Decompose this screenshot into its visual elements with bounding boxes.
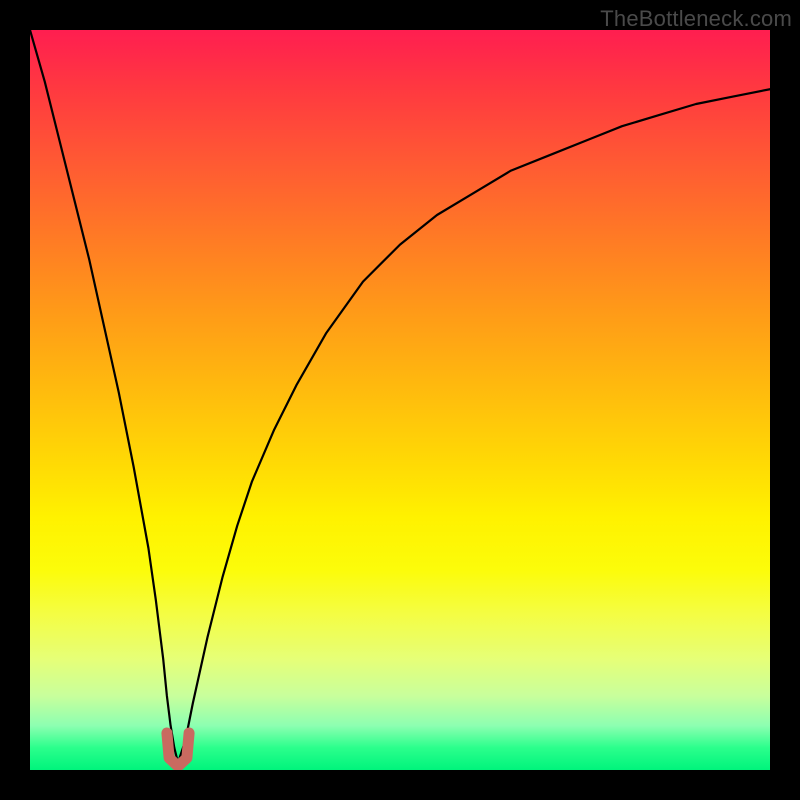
bottleneck-curve-left [30, 30, 178, 763]
highlight-u-marker [167, 733, 189, 766]
curve-layer [30, 30, 770, 770]
watermark-text: TheBottleneck.com [600, 6, 792, 32]
gradient-plot-area [30, 30, 770, 770]
bottleneck-curve-right [178, 89, 770, 762]
chart-container: TheBottleneck.com [0, 0, 800, 800]
